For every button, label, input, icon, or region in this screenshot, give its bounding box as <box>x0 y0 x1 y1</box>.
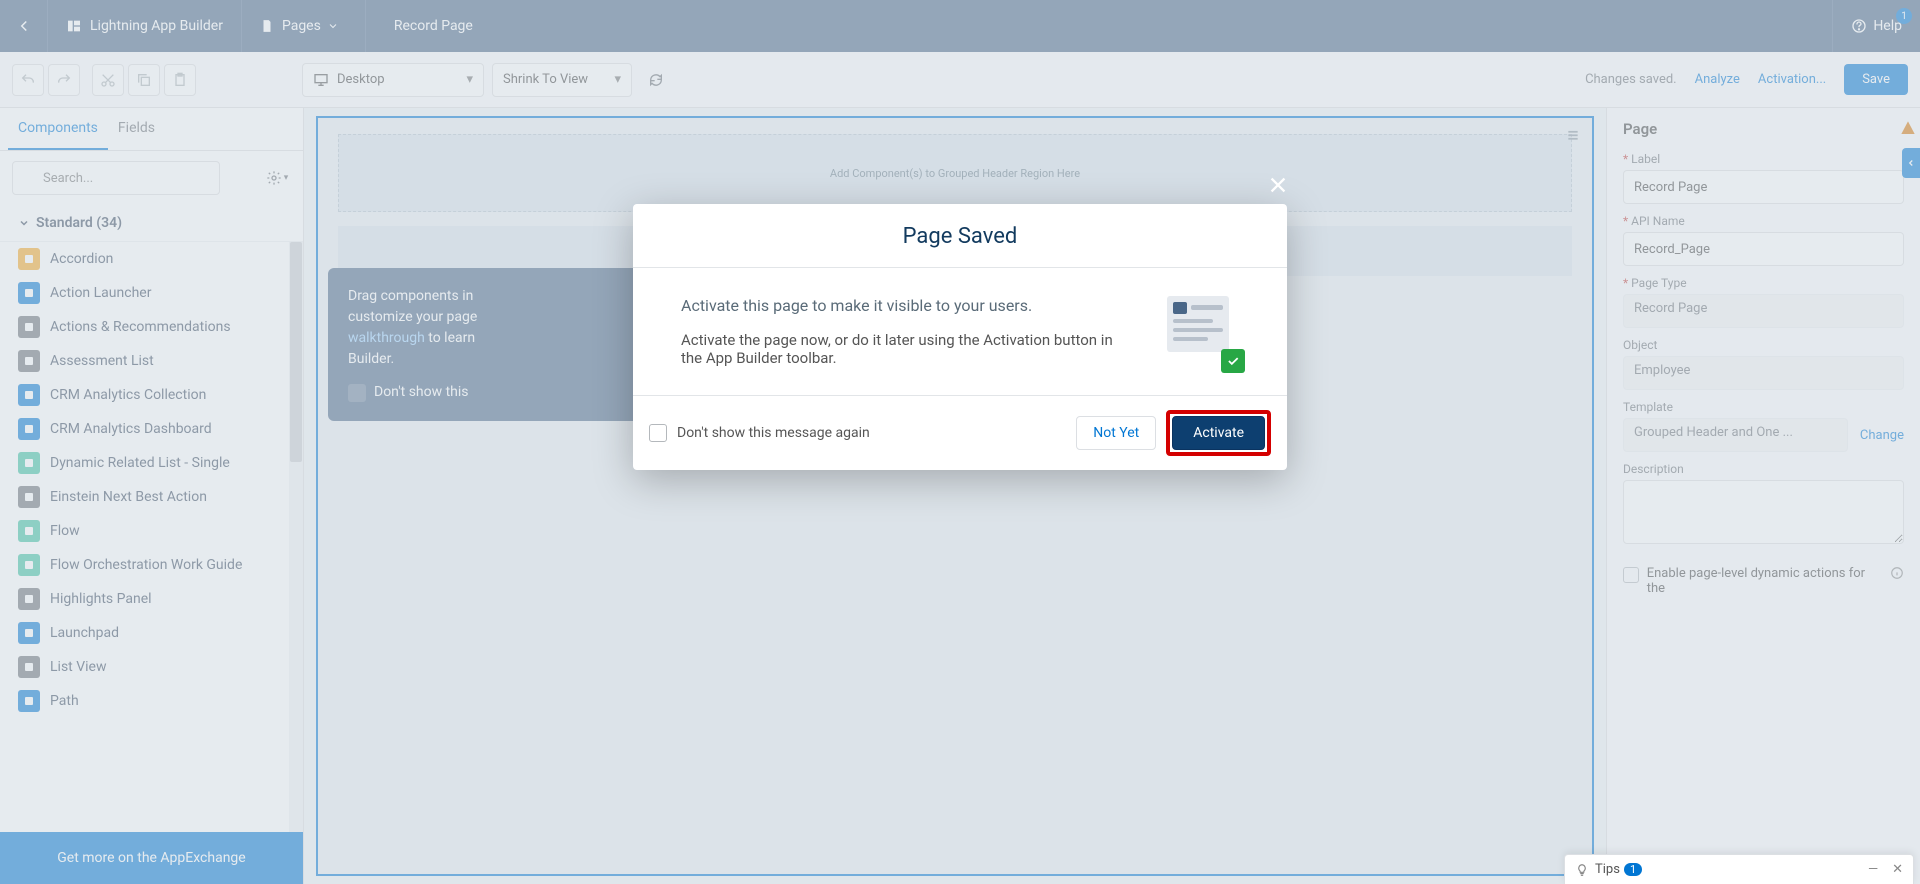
modal-dont-show-checkbox[interactable] <box>649 424 667 442</box>
tips-minimize-button[interactable]: — <box>1868 862 1878 877</box>
modal-dont-show-label: Don't show this message again <box>677 425 870 441</box>
tips-close-button[interactable]: ✕ <box>1892 862 1903 877</box>
tips-panel[interactable]: Tips 1 — ✕ <box>1564 854 1914 884</box>
tips-count: 1 <box>1624 863 1642 876</box>
activate-button-highlight: Activate <box>1166 410 1271 456</box>
check-icon <box>1221 349 1245 373</box>
lightbulb-icon <box>1575 863 1589 877</box>
modal-title: Page Saved <box>633 204 1287 268</box>
modal-body-text: Activate the page now, or do it later us… <box>681 331 1137 367</box>
close-icon <box>1267 174 1289 196</box>
modal-illustration <box>1167 296 1239 367</box>
page-saved-modal: Page Saved Activate this page to make it… <box>633 204 1287 470</box>
not-yet-button[interactable]: Not Yet <box>1076 416 1156 450</box>
tips-label: Tips <box>1595 862 1620 877</box>
modal-close-button[interactable] <box>1263 170 1293 200</box>
activate-button[interactable]: Activate <box>1172 416 1265 450</box>
modal-lead: Activate this page to make it visible to… <box>681 296 1137 315</box>
